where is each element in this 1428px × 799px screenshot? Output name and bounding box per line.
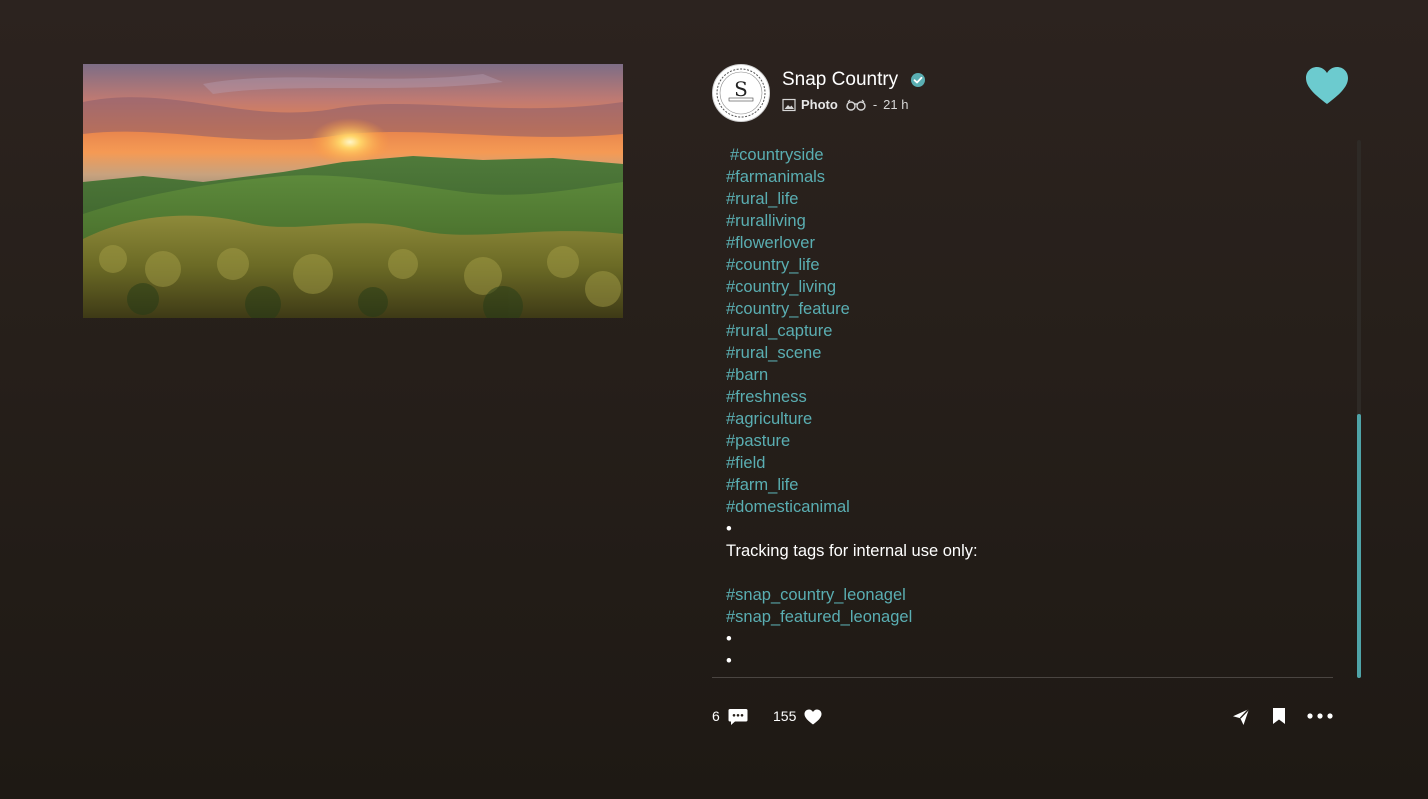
post-photo[interactable] bbox=[83, 64, 623, 318]
meta-separator: - bbox=[872, 97, 878, 112]
caption-line[interactable]: #ruralliving bbox=[726, 210, 978, 232]
caption-scroll-area[interactable]: #countryside #farmanimals #rural_life #r… bbox=[712, 132, 1337, 677]
like-heart-icon[interactable] bbox=[804, 709, 822, 725]
post-meta: Photo - 21 h bbox=[782, 97, 908, 112]
caption-text: #countryside #farmanimals #rural_life #r… bbox=[726, 144, 978, 672]
like-count[interactable]: 155 bbox=[773, 708, 796, 724]
more-horizontal-icon[interactable] bbox=[1306, 712, 1334, 720]
caption-line bbox=[726, 562, 978, 584]
verified-badge-icon bbox=[911, 73, 925, 87]
send-icon[interactable] bbox=[1232, 708, 1250, 726]
caption-line: • bbox=[726, 630, 732, 648]
bookmark-icon[interactable] bbox=[1272, 707, 1286, 725]
author-name[interactable]: Snap Country bbox=[782, 69, 898, 91]
caption-line[interactable]: #country_feature bbox=[726, 298, 978, 320]
comment-icon[interactable] bbox=[728, 708, 748, 726]
post-panel: S Snap Country Photo - 21 h #countryside… bbox=[712, 62, 1361, 762]
caption-line[interactable]: #rural_capture bbox=[726, 320, 978, 342]
svg-text:S: S bbox=[734, 77, 748, 101]
snap-country-logo-icon: S bbox=[716, 68, 766, 118]
favorite-heart-icon[interactable] bbox=[1305, 66, 1349, 106]
post-actions: 6 155 bbox=[712, 704, 1337, 728]
caption-line[interactable]: #snap_featured_leonagel bbox=[726, 606, 978, 628]
caption-line[interactable]: #farm_life bbox=[726, 474, 978, 496]
clipped-caption-line bbox=[726, 132, 1026, 136]
avatar[interactable]: S bbox=[712, 64, 770, 122]
caption-line[interactable]: #snap_country_leonagel bbox=[726, 584, 978, 606]
caption-line[interactable]: #flowerlover bbox=[726, 232, 978, 254]
post-time: 21 h bbox=[883, 97, 909, 112]
sunset-landscape-image bbox=[83, 64, 623, 318]
comment-count[interactable]: 6 bbox=[712, 708, 720, 724]
scrollbar-thumb[interactable] bbox=[1357, 414, 1361, 678]
caption-line[interactable]: #agriculture bbox=[726, 408, 978, 430]
image-icon bbox=[782, 98, 796, 111]
caption-line[interactable]: #field bbox=[726, 452, 978, 474]
post-type: Photo bbox=[801, 97, 838, 112]
divider bbox=[712, 677, 1333, 678]
caption-line[interactable]: #domesticanimal bbox=[726, 496, 978, 518]
caption-line[interactable]: #country_life bbox=[726, 254, 978, 276]
caption-line[interactable]: #freshness bbox=[726, 386, 978, 408]
binoculars-icon bbox=[846, 99, 866, 111]
caption-line[interactable]: #barn bbox=[726, 364, 978, 386]
caption-line[interactable]: #pasture bbox=[726, 430, 978, 452]
caption-line[interactable]: #rural_scene bbox=[726, 342, 978, 364]
caption-line: • bbox=[726, 520, 732, 538]
caption-line[interactable]: #country_living bbox=[726, 276, 978, 298]
caption-line[interactable]: #countryside bbox=[726, 144, 978, 166]
caption-line: • bbox=[726, 652, 732, 670]
caption-line[interactable]: #rural_life bbox=[726, 188, 978, 210]
caption-line: Tracking tags for internal use only: bbox=[726, 542, 978, 560]
caption-line[interactable]: #farmanimals bbox=[726, 166, 978, 188]
